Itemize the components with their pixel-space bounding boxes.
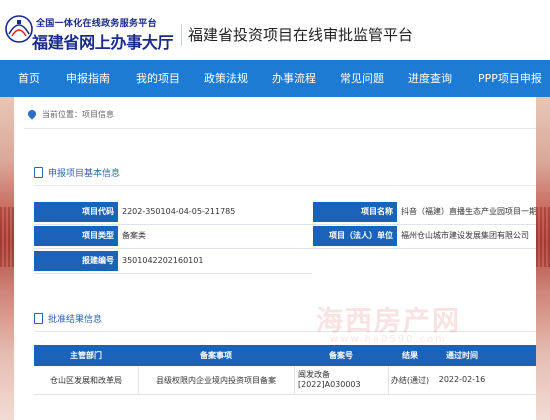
site-subtitle: 全国一体化在线政务服务平台 — [36, 19, 157, 29]
cell-time: 2022-02-16 — [438, 375, 486, 384]
nav-item-my-projects[interactable]: 我的项目 — [136, 60, 180, 97]
breadcrumb: 当前位置：项目信息 — [26, 108, 114, 120]
project-type-value: 备案类 — [122, 231, 146, 240]
column-divider — [294, 366, 295, 394]
location-pin-icon — [26, 108, 38, 120]
breadcrumb-prefix: 当前位置： — [42, 110, 82, 119]
column-header-number: 备案号 — [329, 351, 353, 360]
column-header-result: 结果 — [402, 351, 418, 360]
row-divider — [34, 248, 536, 249]
nav-item-policies[interactable]: 政策法规 — [204, 60, 248, 97]
cell-number-line2: [2022]A030003 — [298, 380, 361, 389]
project-name-value: 抖音（福建）直播生态产业园项目一期 — [401, 207, 536, 216]
row-divider — [34, 394, 536, 395]
watermark-url: www.hx0590.com — [330, 334, 448, 345]
project-type-label: 项目类型 — [34, 226, 118, 246]
left-decoration — [0, 97, 14, 420]
breadcrumb-current: 项目信息 — [82, 110, 114, 119]
nav-item-process[interactable]: 办事流程 — [272, 60, 316, 97]
right-decoration — [536, 97, 550, 420]
header-divider — [181, 24, 182, 46]
column-header-time: 通过时间 — [446, 351, 478, 360]
cell-item: 县级权限内企业境内投资项目备案 — [156, 376, 276, 385]
government-emblem-icon — [5, 15, 33, 43]
site-name[interactable]: 福建省网上办事大厅 — [32, 29, 174, 53]
platform-title: 福建省投资项目在线审批监管平台 — [188, 26, 414, 44]
project-name-label: 项目名称 — [313, 202, 397, 222]
project-section-title-text: 申报项目基本信息 — [48, 169, 121, 179]
nav-item-faq[interactable]: 常见问题 — [340, 60, 384, 97]
main-nav: 首页 申报指南 我的项目 政策法规 办事流程 常见问题 进度查询 PPP项目申报 — [0, 60, 550, 97]
watermark: 海西房产网 — [316, 306, 461, 337]
document-icon — [34, 167, 43, 178]
column-header-department: 主管部门 — [70, 351, 102, 360]
report-number-value: 3501042202160101 — [122, 256, 204, 265]
project-owner-value: 福州仓山城市建设发展集团有限公司 — [401, 231, 529, 240]
nav-item-progress[interactable]: 进度查询 — [408, 60, 452, 97]
cell-department: 仓山区发展和改革局 — [50, 376, 122, 385]
approval-section-title: 批准结果信息 — [34, 312, 102, 325]
nav-item-ppp[interactable]: PPP项目申报 — [478, 60, 542, 97]
row-divider — [34, 224, 536, 225]
nav-item-guide[interactable]: 申报指南 — [66, 60, 110, 97]
column-header-item: 备案事项 — [200, 351, 232, 360]
approval-section-title-text: 批准结果信息 — [48, 315, 103, 325]
project-section-divider — [34, 185, 536, 186]
cell-number-line1: 闽发改备 — [298, 370, 330, 379]
project-code-label: 项目代码 — [34, 202, 118, 222]
breadcrumb-divider — [24, 128, 536, 129]
approval-table-header: 主管部门 备案事项 备案号 结果 通过时间 — [34, 345, 536, 366]
cell-result: 办结(通过) — [390, 376, 430, 385]
project-owner-label: 项目（法人）单位 — [313, 226, 397, 246]
nav-item-home[interactable]: 首页 — [18, 60, 40, 97]
site-header: 全国一体化在线政务服务平台 福建省网上办事大厅 福建省投资项目在线审批监管平台 — [0, 0, 550, 60]
project-code-value: 2202-350104-04-05-211785 — [122, 207, 236, 216]
document-icon — [34, 313, 43, 324]
project-section-title: 申报项目基本信息 — [34, 166, 120, 179]
report-number-label: 报建编号 — [34, 251, 118, 271]
row-divider — [34, 273, 312, 274]
